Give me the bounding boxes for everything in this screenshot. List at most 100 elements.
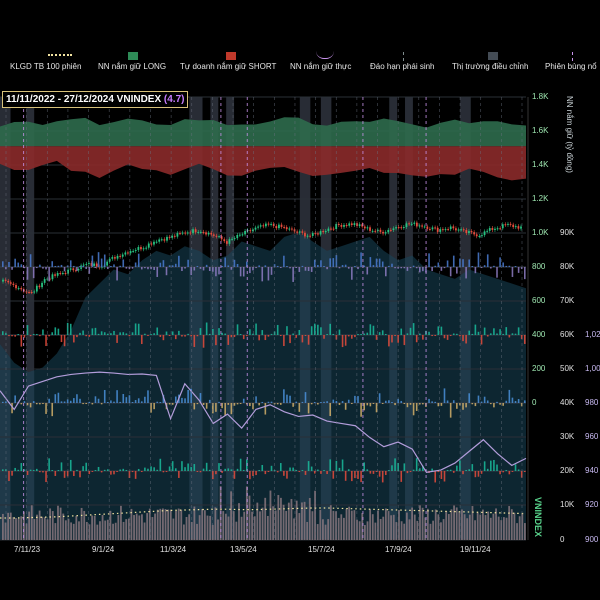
candle-body [330, 228, 332, 230]
volume-bar [272, 506, 274, 540]
flow-bar [403, 463, 406, 471]
flow-bar [45, 471, 47, 483]
flow-bar [205, 322, 208, 335]
flow-bar [378, 471, 381, 477]
volume-bar [20, 516, 23, 540]
volume-bar [9, 512, 12, 540]
flow-bar [221, 403, 223, 409]
candle-body [35, 285, 38, 292]
candle-body [389, 229, 392, 231]
candle-body [280, 224, 283, 227]
volume-bar [384, 508, 387, 540]
candle-body [478, 235, 481, 237]
candle-body [176, 233, 179, 237]
flow-bar [224, 333, 226, 335]
flow-bar [394, 335, 396, 337]
volume-bar [125, 519, 128, 540]
flow-bar [107, 401, 109, 403]
flow-bar [357, 396, 359, 403]
volume-bar [198, 515, 201, 540]
flow-bar [215, 471, 217, 475]
flow-bar [354, 395, 356, 403]
candle-body [384, 232, 387, 234]
flow-bar [113, 401, 115, 403]
flow-bar [199, 267, 202, 269]
candle-body [499, 228, 502, 230]
flow-bar [168, 403, 171, 405]
volume-bar [151, 517, 154, 540]
flow-bar [11, 267, 13, 270]
flow-bar [261, 464, 264, 471]
candle-body [520, 226, 522, 229]
flow-bar [329, 403, 332, 417]
flow-bar [91, 328, 94, 335]
candle-body [283, 226, 286, 228]
flow-bar [283, 255, 285, 267]
flow-bar [347, 469, 350, 471]
flow-bar [493, 403, 495, 408]
flow-bar [242, 335, 245, 340]
candle-body [192, 229, 194, 234]
volume-bar [64, 520, 67, 540]
net-tick-label: 960 [585, 432, 599, 441]
flow-bar [486, 254, 489, 267]
flow-bar [298, 471, 301, 473]
candle-body [444, 229, 447, 231]
flow-bar [474, 471, 477, 478]
volume-bar [403, 523, 406, 540]
volume-bar [41, 516, 44, 540]
flow-bar [409, 327, 412, 335]
flow-bar [344, 335, 347, 346]
flow-bar [35, 267, 38, 269]
flow-bar [415, 267, 418, 269]
flow-bar [187, 259, 189, 267]
volume-bar [366, 521, 369, 540]
flow-bar [298, 329, 301, 335]
flow-bar [76, 394, 78, 403]
volume-bar [30, 505, 33, 540]
flow-bar [332, 471, 335, 479]
flow-bar [116, 267, 118, 281]
volume-bar [322, 519, 324, 540]
flow-bar [493, 265, 495, 267]
flow-bar [375, 471, 378, 473]
flow-bar [301, 265, 304, 267]
flow-bar [326, 267, 328, 270]
flow-bar [224, 468, 226, 471]
volume-bar [440, 522, 442, 540]
holding-tick-label: 80K [560, 262, 575, 271]
flow-bar [26, 325, 29, 335]
volume-bar [282, 504, 285, 540]
volume-bar [85, 521, 88, 540]
flow-bar [190, 335, 193, 337]
flow-bar [446, 335, 449, 340]
candle-body [491, 228, 494, 230]
flow-bar [26, 471, 29, 475]
flow-bar [431, 401, 433, 403]
candle-body [397, 227, 400, 229]
volume-bar [303, 501, 306, 540]
candle-body [257, 226, 259, 228]
flow-bar [459, 335, 461, 337]
flow-bar [116, 471, 118, 473]
flow-bar [289, 395, 291, 403]
flow-bar [45, 403, 47, 414]
vnindex-side-label: VNINDEX [533, 497, 543, 538]
flow-bar [307, 267, 310, 271]
flow-bar [45, 267, 47, 270]
flow-bar [446, 260, 449, 267]
flow-bar [301, 401, 304, 403]
flow-bar [332, 333, 335, 335]
volume-bar [311, 511, 314, 540]
candle-body [218, 236, 220, 238]
volume-bar [133, 515, 135, 540]
flow-bar [496, 267, 498, 278]
flow-bar [462, 259, 464, 267]
volume-bar [180, 509, 183, 540]
flow-bar [493, 328, 495, 335]
flow-bar [162, 335, 165, 341]
volume-bar [182, 524, 185, 540]
candle-body [423, 226, 426, 228]
flow-bar [137, 323, 140, 335]
flow-bar [474, 403, 477, 407]
